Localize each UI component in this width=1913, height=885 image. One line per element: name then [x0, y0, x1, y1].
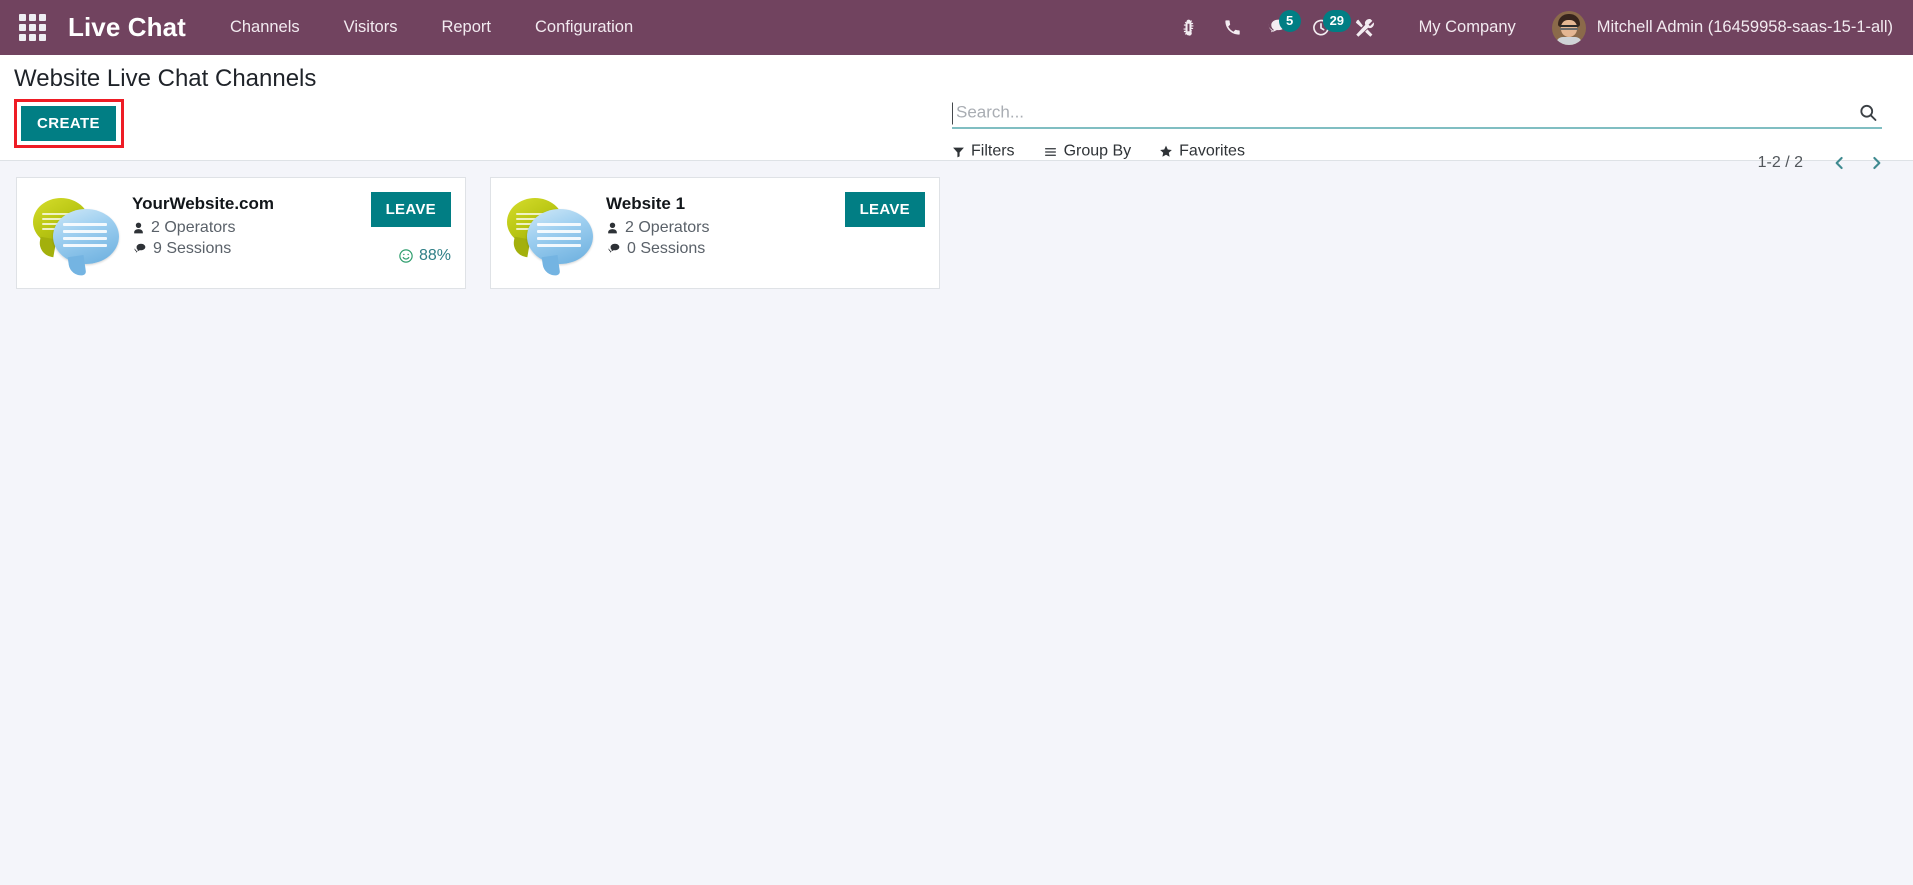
card-body: Website 1 2 Operators 0 Sessions — [606, 192, 829, 261]
group-by-button[interactable]: Group By — [1043, 142, 1132, 161]
chat-bubbles-image — [503, 192, 598, 274]
menu-configuration[interactable]: Configuration — [513, 12, 655, 43]
card-operators: 2 Operators — [606, 219, 829, 237]
search-panel: Filters Group By Favorites — [952, 98, 1882, 161]
control-panel-left: Website Live Chat Channels CREATE — [14, 65, 316, 148]
apps-grid-cell — [38, 24, 46, 31]
card-operators-label: 2 Operators — [625, 219, 710, 236]
card-right: LEAVE — [829, 192, 925, 263]
bug-icon[interactable] — [1167, 8, 1211, 48]
apps-grid-cell — [38, 14, 46, 21]
messages-badge: 5 — [1278, 9, 1301, 32]
user-icon — [608, 222, 617, 234]
chat-bubbles-image — [29, 192, 124, 274]
apps-grid-cell — [28, 34, 36, 41]
apps-grid-cell — [38, 34, 46, 41]
favorites-button[interactable]: Favorites — [1159, 143, 1245, 161]
filters-label: Filters — [971, 142, 1015, 160]
pager-next-button[interactable] — [1858, 153, 1895, 173]
kanban-card[interactable]: Website 1 2 Operators 0 Sessions LEAVE — [490, 177, 940, 289]
activity-clock-icon[interactable]: 29 — [1299, 8, 1352, 48]
leave-button[interactable]: LEAVE — [370, 192, 451, 227]
card-operators: 2 Operators — [132, 219, 355, 237]
comments-icon — [608, 243, 620, 253]
card-sessions-label: 9 Sessions — [153, 240, 232, 257]
pager: 1-2 / 2 — [1758, 153, 1895, 173]
top-navbar: Live Chat Channels Visitors Report Confi… — [0, 0, 1913, 55]
apps-grid-icon[interactable] — [18, 14, 46, 42]
user-avatar — [1551, 10, 1586, 45]
bubble-front — [53, 209, 119, 264]
main-menu: Channels Visitors Report Configuration — [208, 12, 655, 43]
user-menu[interactable]: Mitchell Admin (16459958-saas-15-1-all) — [1542, 7, 1899, 49]
card-operators-label: 2 Operators — [151, 219, 236, 236]
card-title: Website 1 — [606, 194, 686, 213]
card-body: YourWebsite.com 2 Operators 9 Sessions — [132, 192, 355, 261]
kanban-view: YourWebsite.com 2 Operators 9 Sessions L… — [0, 161, 1913, 309]
apps-grid-cell — [28, 14, 36, 21]
card-sessions: 0 Sessions — [606, 240, 829, 258]
apps-grid-cell — [28, 24, 36, 31]
comments-icon — [134, 243, 146, 253]
star-icon — [1160, 145, 1172, 157]
apps-grid-cell — [18, 14, 26, 21]
messages-icon[interactable]: 5 — [1255, 8, 1301, 48]
card-sessions: 9 Sessions — [132, 240, 355, 258]
filter-row: Filters Group By Favorites — [952, 143, 1882, 161]
leave-button[interactable]: LEAVE — [844, 192, 925, 227]
control-panel: Website Live Chat Channels CREATE Filter… — [0, 55, 1913, 171]
apps-grid-cell — [18, 24, 26, 31]
tools-icon[interactable] — [1343, 8, 1387, 48]
chevron-right-icon — [1873, 156, 1881, 170]
pager-range: 1-2 / 2 — [1757, 154, 1803, 171]
apps-grid-cell — [18, 34, 26, 41]
create-button[interactable]: CREATE — [21, 106, 116, 141]
avatar-glasses — [1559, 24, 1578, 30]
funnel-icon — [953, 147, 964, 157]
company-switcher[interactable]: My Company — [1403, 12, 1532, 43]
favorites-label: Favorites — [1179, 142, 1245, 160]
bubble-front-lines — [63, 223, 107, 251]
page-title: Website Live Chat Channels — [14, 65, 317, 92]
search-row — [952, 98, 1882, 129]
card-rating: 88% — [398, 247, 451, 265]
group-by-label: Group By — [1063, 142, 1132, 160]
chevron-left-icon — [1835, 156, 1843, 170]
system-icons: 5 29 — [1167, 8, 1387, 48]
avatar-shirt — [1555, 36, 1582, 45]
user-name-label: Mitchell Admin (16459958-saas-15-1-all) — [1596, 18, 1893, 36]
create-button-highlight: CREATE — [14, 99, 124, 148]
card-title: YourWebsite.com — [132, 194, 275, 213]
bubble-front — [527, 209, 593, 264]
phone-icon[interactable] — [1211, 8, 1255, 48]
list-icon — [1044, 147, 1056, 156]
card-sessions-label: 0 Sessions — [627, 240, 706, 257]
card-rating-value: 88% — [418, 247, 451, 264]
menu-channels[interactable]: Channels — [208, 12, 322, 43]
smiley-icon — [399, 249, 413, 263]
menu-visitors[interactable]: Visitors — [322, 12, 420, 43]
kanban-card[interactable]: YourWebsite.com 2 Operators 9 Sessions L… — [16, 177, 466, 289]
user-icon — [134, 222, 143, 234]
search-icon[interactable] — [1850, 103, 1882, 125]
bubble-front-lines — [537, 223, 581, 251]
search-input[interactable] — [952, 102, 1850, 125]
pager-previous-button[interactable] — [1821, 153, 1858, 173]
card-right: LEAVE 88% — [355, 192, 451, 265]
filters-button[interactable]: Filters — [952, 143, 1015, 161]
menu-report[interactable]: Report — [419, 12, 513, 43]
app-brand-title[interactable]: Live Chat — [68, 12, 186, 43]
